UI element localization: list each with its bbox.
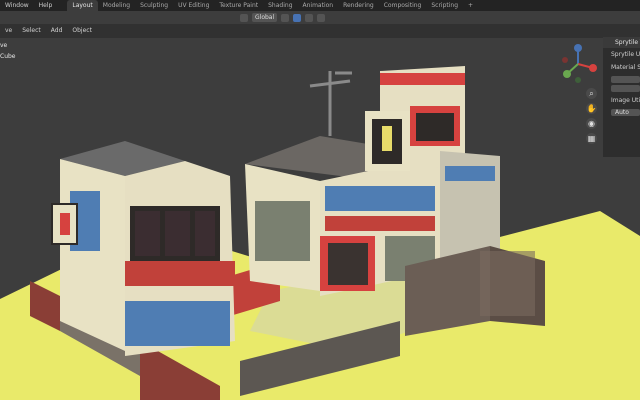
auto-button[interactable]: Auto	[611, 109, 640, 116]
tab-modeling[interactable]: Modeling	[98, 0, 135, 11]
proportional-edit-icon[interactable]	[317, 13, 326, 22]
tab-uv-editing[interactable]: UV Editing	[173, 0, 214, 11]
orientation-dropdown[interactable]: Global	[252, 13, 278, 22]
tab-texture-paint[interactable]: Texture Paint	[214, 0, 263, 11]
panel-button-2[interactable]	[611, 85, 640, 92]
tab-sculpting[interactable]: Sculpting	[135, 0, 173, 11]
mid-red-band	[325, 216, 435, 231]
pan-hand-icon[interactable]: ✋	[586, 103, 597, 114]
tab-rendering[interactable]: Rendering	[338, 0, 379, 11]
toolbar-mode[interactable]: ve	[0, 24, 17, 38]
panel-row-image-util: Image Utili	[611, 97, 640, 104]
left-red-band	[125, 261, 235, 286]
toolbar-add[interactable]: Add	[46, 24, 68, 38]
gizmo-y-icon	[563, 70, 571, 78]
menu-window[interactable]: Window	[0, 0, 34, 11]
tab-shading[interactable]: Shading	[263, 0, 297, 11]
toolbar-object[interactable]: Object	[67, 24, 97, 38]
left-blue-lower	[125, 301, 230, 346]
viewport-toolbar: ve Select Add Object	[0, 24, 640, 38]
left-building-left-face	[60, 159, 125, 351]
menu-help[interactable]: Help	[34, 0, 58, 11]
panel-row-material: Material Se	[611, 64, 640, 71]
grid-icon[interactable]: ▦	[586, 133, 597, 144]
toolbar-select[interactable]: Select	[17, 24, 46, 38]
snap-mode-icon[interactable]	[305, 13, 314, 22]
transform-pivot-icon[interactable]	[240, 13, 248, 22]
link-icon[interactable]	[281, 13, 290, 22]
add-workspace-button[interactable]: +	[463, 0, 478, 11]
tab-layout[interactable]: Layout	[67, 0, 98, 11]
viewport-header-widgets: Global	[240, 13, 326, 22]
zoom-icon[interactable]: ⌕	[586, 88, 597, 99]
panel-title[interactable]: Sprytile T	[603, 37, 640, 48]
workspace-tabs: Layout Modeling Sculpting UV Editing Tex…	[67, 0, 478, 11]
3d-viewport[interactable]	[0, 11, 640, 400]
sidebar-panel: Sprytile T Sprytile Util Material Se Ima…	[603, 37, 640, 157]
tab-scripting[interactable]: Scripting	[426, 0, 463, 11]
camera-icon[interactable]: ◉	[586, 118, 597, 129]
navigation-gizmo[interactable]	[558, 42, 598, 84]
mid-left-windows	[255, 201, 310, 261]
gizmo-z-icon	[574, 44, 582, 52]
viewport-overlay-text: ve Cube	[0, 40, 16, 62]
overlay-line-2: Cube	[0, 53, 16, 60]
panel-button-1[interactable]	[611, 76, 640, 83]
tab-compositing[interactable]: Compositing	[379, 0, 427, 11]
snap-icon[interactable]	[293, 13, 302, 22]
overlay-line-1: ve	[0, 42, 8, 49]
tab-animation[interactable]: Animation	[298, 0, 339, 11]
gizmo-x-icon	[589, 64, 597, 72]
scene-render	[0, 66, 640, 400]
navigation-buttons: ⌕ ✋ ◉ ▦	[586, 88, 597, 144]
top-bar: Window Help Layout Modeling Sculpting UV…	[0, 0, 640, 11]
panel-row-sprytile-util: Sprytile Util	[611, 51, 640, 58]
mid-blue-band	[325, 186, 435, 211]
